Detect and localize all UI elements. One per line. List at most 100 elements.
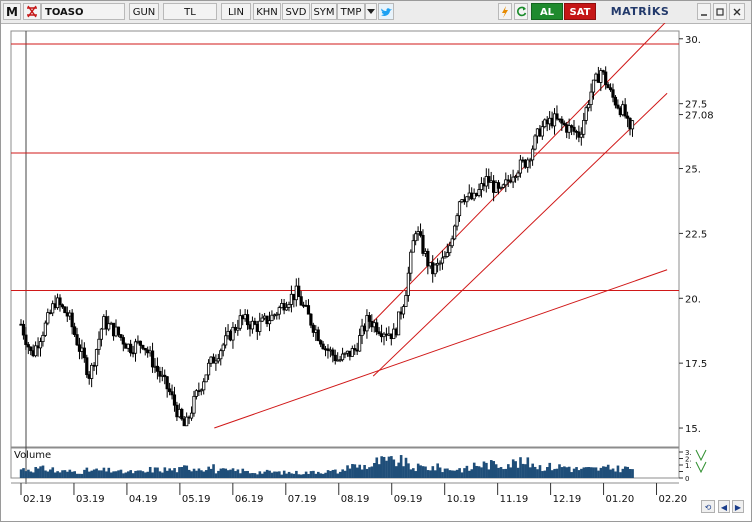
volume-bar-245 — [616, 465, 620, 478]
volume-bar-67 — [183, 465, 186, 478]
candle-body-49 — [138, 340, 142, 346]
volume-bar-182 — [463, 468, 466, 478]
volume-bar-148 — [380, 456, 383, 478]
volume-bar-221 — [558, 464, 561, 478]
arrow-right-icon[interactable]: ▶ — [732, 500, 744, 513]
volume-bar-151 — [387, 456, 391, 478]
volume-bar-68 — [185, 465, 189, 478]
chart-toolbar: M TOASO GUN TL LIN KHN SVD SYM TMP AL SA… — [1, 1, 751, 24]
volume-bar-95 — [251, 473, 254, 478]
volume-bar-7 — [36, 468, 40, 478]
candle-body-32 — [97, 338, 101, 350]
volume-bar-87 — [231, 468, 235, 478]
volume-bar-179 — [455, 469, 459, 478]
volume-bar-184 — [468, 470, 471, 478]
candle-body-164 — [418, 231, 423, 236]
lightning-icon[interactable] — [498, 3, 512, 20]
volume-bar-9 — [41, 465, 45, 478]
volume-bar-217 — [548, 462, 552, 478]
minimize-icon[interactable] — [697, 3, 711, 20]
volume-bar-22 — [73, 471, 76, 478]
candle-body-63 — [172, 394, 177, 406]
volume-bar-99 — [260, 473, 264, 478]
volume-bar-23 — [75, 473, 79, 478]
volume-bar-44 — [126, 471, 130, 478]
volume-bar-103 — [270, 472, 274, 478]
price-tick-label: 25. — [685, 165, 701, 176]
refresh-icon[interactable]: ⟲ — [701, 500, 715, 513]
volume-bar-238 — [599, 467, 603, 478]
candle-body-16 — [58, 297, 62, 306]
twitter-icon[interactable] — [378, 3, 394, 20]
volume-bar-108 — [282, 470, 286, 478]
volume-bar-160 — [409, 469, 413, 478]
arrow-left-icon[interactable]: ◀ — [718, 500, 730, 513]
volume-bar-93 — [246, 470, 249, 478]
volume-bar-77 — [207, 466, 210, 478]
maximize-icon[interactable] — [713, 3, 727, 20]
symbol-field[interactable]: TOASO — [41, 3, 125, 20]
volume-bar-177 — [451, 470, 454, 478]
volume-bar-165 — [421, 466, 425, 478]
chevron-down-icon[interactable] — [365, 3, 377, 20]
volume-bar-51 — [144, 472, 147, 478]
refresh-icon[interactable] — [514, 3, 528, 20]
volume-bar-143 — [368, 467, 371, 478]
volume-bar-73 — [197, 468, 201, 478]
candle-body-124 — [321, 343, 325, 350]
volume-bar-208 — [526, 457, 530, 478]
volume-bar-42 — [122, 473, 125, 478]
sell-button[interactable]: SAT — [564, 3, 596, 20]
volume-bar-134 — [346, 465, 349, 478]
volume-bar-132 — [341, 469, 344, 478]
price-chart[interactable]: 30. 27.5 25. 22.5 20. 17.5 15. 27.08 Volume 3. 2.… — [1, 23, 751, 521]
buy-button[interactable]: AL — [531, 3, 563, 20]
candle-body-56 — [155, 365, 160, 372]
candle-body-132 — [340, 353, 345, 361]
volume-bar-139 — [358, 464, 362, 478]
volume-bar-20 — [68, 469, 72, 478]
khn-button[interactable]: KHN — [253, 3, 281, 20]
volume-bar-200 — [507, 464, 510, 478]
volume-bar-106 — [278, 471, 281, 478]
volume-bar-135 — [348, 468, 352, 478]
volume-bar-31 — [95, 468, 98, 478]
volume-bar-209 — [528, 467, 532, 478]
volume-bar-129 — [334, 469, 337, 478]
volume-bar-96 — [253, 473, 257, 478]
currency-button[interactable]: TL — [163, 3, 217, 20]
candle-body-122 — [316, 329, 320, 341]
svd-button[interactable]: SVD — [282, 3, 310, 20]
volume-bar-121 — [314, 473, 318, 478]
volume-bar-17 — [61, 470, 64, 478]
volume-bar-15 — [56, 471, 59, 478]
volume-bar-41 — [119, 469, 123, 478]
volume-bar-162 — [414, 471, 418, 478]
price-tick-label: 27.5 — [685, 100, 707, 111]
period-button[interactable]: GUN — [129, 3, 159, 20]
close-icon[interactable] — [729, 3, 745, 20]
volume-bar-158 — [404, 457, 408, 478]
date-tick-label: 03.19 — [76, 494, 105, 505]
trend-line-0 — [214, 269, 668, 429]
volume-bar-29 — [90, 470, 94, 478]
symbol-search-icon[interactable] — [23, 3, 41, 20]
candle-body-210 — [530, 148, 535, 161]
volume-bar-226 — [570, 472, 573, 478]
template-button[interactable]: TMP — [337, 3, 365, 20]
volume-bar-207 — [524, 464, 527, 478]
candle-body-8 — [38, 341, 43, 349]
volume-bar-88 — [234, 471, 237, 478]
scale-button[interactable]: LIN — [221, 3, 251, 20]
date-tick-label: 07.19 — [288, 494, 317, 505]
volume-bar-169 — [431, 466, 435, 478]
price-tick-label: 22.5 — [685, 229, 707, 240]
volume-bar-203 — [514, 461, 517, 478]
candle-body-227 — [572, 126, 576, 132]
chart-window: M TOASO GUN TL LIN KHN SVD SYM TMP AL SA… — [0, 0, 752, 522]
app-logo[interactable]: M — [3, 3, 21, 20]
date-tick-label: 04.19 — [129, 494, 158, 505]
sym-button[interactable]: SYM — [311, 3, 337, 20]
date-tick-label: 05.19 — [182, 494, 211, 505]
candle-body-183 — [465, 196, 469, 203]
